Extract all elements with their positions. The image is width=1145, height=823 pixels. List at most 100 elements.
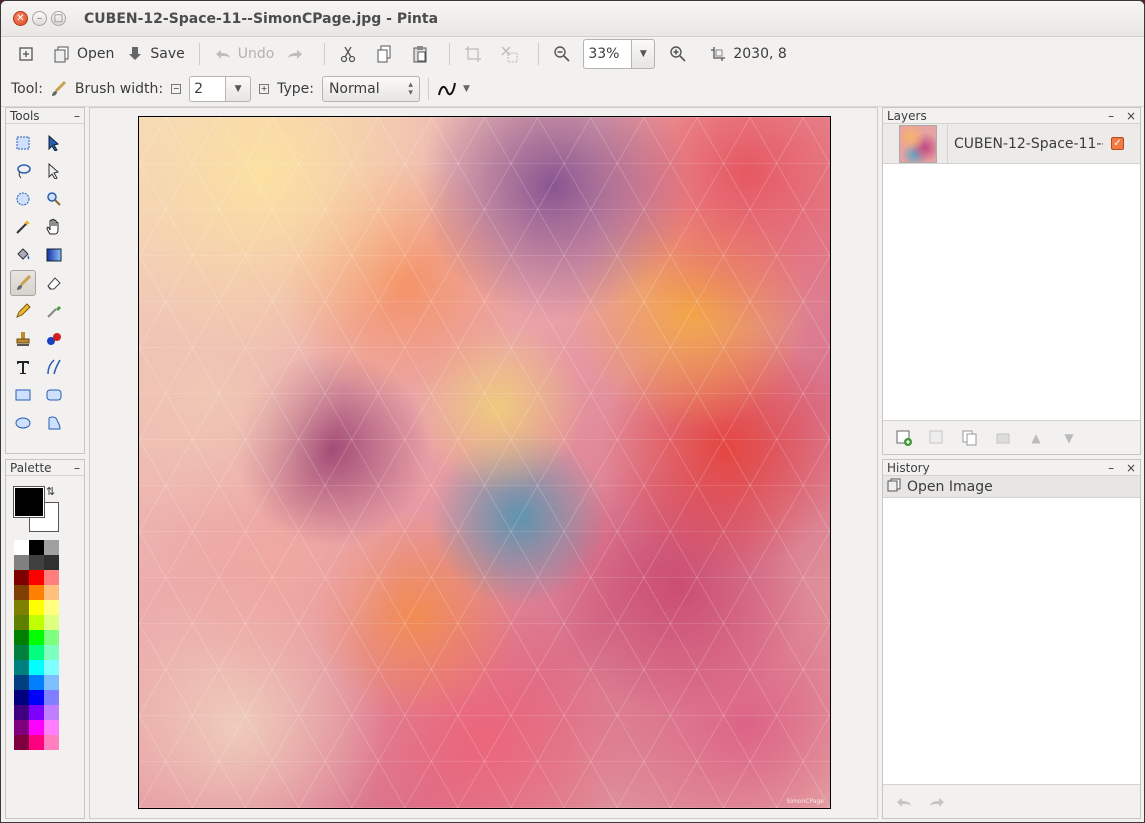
layer-visibility-checkbox[interactable]: ✓ xyxy=(1111,137,1124,150)
rectangle-tool[interactable] xyxy=(10,382,36,408)
ellipse-tool[interactable] xyxy=(10,410,36,436)
image-canvas[interactable]: SimonCPage xyxy=(138,116,831,809)
history-item[interactable]: Open Image xyxy=(883,476,1140,498)
canvas-area[interactable]: SimonCPage xyxy=(89,107,878,819)
zoom-input[interactable]: 33% xyxy=(583,39,632,69)
recolor-tool[interactable] xyxy=(41,326,67,352)
palette-swatch[interactable] xyxy=(44,735,59,750)
palette-swatch[interactable] xyxy=(14,690,29,705)
palette-swatch[interactable] xyxy=(44,660,59,675)
palette-swatch[interactable] xyxy=(29,705,44,720)
move-selection-tool[interactable] xyxy=(41,158,67,184)
save-button[interactable]: Save xyxy=(120,40,190,68)
palette-swatch[interactable] xyxy=(44,555,59,570)
redo-button[interactable] xyxy=(280,40,316,68)
type-select[interactable]: Normal ▴ ▾ xyxy=(321,75,420,102)
zoom-tool[interactable] xyxy=(41,186,67,212)
lasso-select-tool[interactable] xyxy=(10,158,36,184)
copy-button[interactable] xyxy=(369,40,405,68)
palette-swatch[interactable] xyxy=(14,645,29,660)
palette-swatch[interactable] xyxy=(29,555,44,570)
paint-bucket-tool[interactable] xyxy=(10,242,36,268)
delete-layer-button[interactable] xyxy=(924,426,950,450)
palette-swatch[interactable] xyxy=(29,735,44,750)
move-layer-down-button[interactable]: ▼ xyxy=(1056,426,1082,450)
chevron-down-icon[interactable]: ▼ xyxy=(225,75,252,102)
palette-swatch[interactable] xyxy=(29,720,44,735)
history-redo-button[interactable] xyxy=(924,790,950,814)
freeform-shape-tool[interactable] xyxy=(41,410,67,436)
palette-swatch[interactable] xyxy=(14,570,29,585)
palette-swatch[interactable] xyxy=(29,585,44,600)
palette-swatch[interactable] xyxy=(14,600,29,615)
window-maximize-button[interactable]: □ xyxy=(51,11,66,26)
eraser-tool[interactable] xyxy=(41,270,67,296)
rectangle-select-tool[interactable] xyxy=(10,130,36,156)
palette-swatch[interactable] xyxy=(44,645,59,660)
zoom-out-button[interactable] xyxy=(547,40,583,68)
palette-swatch[interactable] xyxy=(29,540,44,555)
palette-swatch[interactable] xyxy=(14,540,29,555)
palette-swatch[interactable] xyxy=(14,720,29,735)
palette-panel-collapse-button[interactable]: – xyxy=(74,461,80,475)
magic-wand-tool[interactable] xyxy=(10,214,36,240)
palette-swatch[interactable] xyxy=(14,675,29,690)
palette-swatch[interactable] xyxy=(44,675,59,690)
text-tool[interactable] xyxy=(10,354,36,380)
new-image-button[interactable] xyxy=(11,40,47,68)
ellipse-select-tool[interactable] xyxy=(10,186,36,212)
palette-swatch[interactable] xyxy=(29,645,44,660)
window-close-button[interactable]: ✕ xyxy=(13,11,28,26)
gradient-tool[interactable] xyxy=(41,242,67,268)
palette-swatch[interactable] xyxy=(14,585,29,600)
move-layer-up-button[interactable]: ▲ xyxy=(1023,426,1049,450)
history-panel-close-button[interactable]: × xyxy=(1126,461,1136,475)
palette-swatch[interactable] xyxy=(44,570,59,585)
line-curve-tool[interactable] xyxy=(41,354,67,380)
palette-swatch[interactable] xyxy=(44,585,59,600)
history-panel-minimize-button[interactable]: – xyxy=(1108,461,1114,475)
palette-swatch[interactable] xyxy=(29,690,44,705)
tools-panel-collapse-button[interactable]: – xyxy=(74,109,80,123)
palette-swatch[interactable] xyxy=(29,570,44,585)
add-layer-button[interactable] xyxy=(891,426,917,450)
swap-colors-icon[interactable]: ⇅ xyxy=(46,485,55,498)
duplicate-layer-button[interactable] xyxy=(957,426,983,450)
palette-swatch[interactable] xyxy=(44,705,59,720)
layers-panel-minimize-button[interactable]: – xyxy=(1108,109,1114,123)
palette-swatch[interactable] xyxy=(14,630,29,645)
zoom-combo[interactable]: 33% ▼ xyxy=(583,39,656,69)
merge-layer-down-button[interactable] xyxy=(990,426,1016,450)
palette-swatch[interactable] xyxy=(44,600,59,615)
chevron-down-icon[interactable]: ▼ xyxy=(631,39,656,69)
palette-swatch[interactable] xyxy=(44,720,59,735)
layers-panel-close-button[interactable]: × xyxy=(1126,109,1136,123)
palette-swatch[interactable] xyxy=(14,705,29,720)
palette-swatch[interactable] xyxy=(14,660,29,675)
open-button[interactable]: Open xyxy=(47,40,120,68)
paste-button[interactable] xyxy=(405,40,441,68)
window-minimize-button[interactable]: – xyxy=(32,11,47,26)
brush-width-input[interactable]: 2 xyxy=(189,75,226,102)
palette-swatch[interactable] xyxy=(14,615,29,630)
color-picker-tool[interactable] xyxy=(41,298,67,324)
decrease-brush-width-button[interactable]: − xyxy=(171,83,182,94)
palette-swatch[interactable] xyxy=(29,630,44,645)
rounded-rectangle-tool[interactable] xyxy=(41,382,67,408)
zoom-in-button[interactable] xyxy=(663,40,699,68)
palette-swatch[interactable] xyxy=(44,540,59,555)
palette-swatch[interactable] xyxy=(14,555,29,570)
increase-brush-width-button[interactable]: + xyxy=(259,83,270,94)
palette-swatch[interactable] xyxy=(29,615,44,630)
palette-swatch[interactable] xyxy=(44,630,59,645)
history-undo-button[interactable] xyxy=(891,790,917,814)
palette-swatch[interactable] xyxy=(14,735,29,750)
palette-swatch[interactable] xyxy=(44,690,59,705)
crop-to-selection-button[interactable] xyxy=(458,40,494,68)
clone-stamp-tool[interactable] xyxy=(10,326,36,352)
palette-swatch[interactable] xyxy=(29,675,44,690)
deselect-button[interactable] xyxy=(494,40,530,68)
pan-tool[interactable] xyxy=(41,214,67,240)
palette-swatch[interactable] xyxy=(29,660,44,675)
primary-color-swatch[interactable] xyxy=(13,486,45,518)
